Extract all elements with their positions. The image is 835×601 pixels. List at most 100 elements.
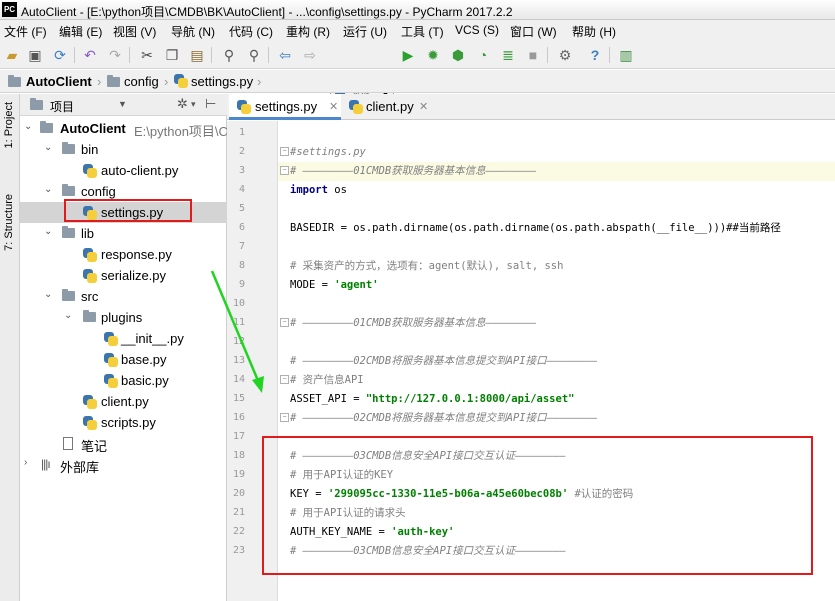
gear-icon[interactable]: ✲ (177, 96, 188, 112)
python-file-icon (83, 269, 97, 283)
python-file-icon (83, 248, 97, 262)
undo-icon[interactable]: ↶ (81, 46, 99, 64)
tree-folder-src[interactable]: ⌄ src (20, 286, 227, 307)
tree-file-notes[interactable]: 笔记 (20, 433, 227, 454)
replace-icon[interactable]: ⚲ (245, 46, 263, 64)
line-number: 21 (232, 507, 245, 518)
tree-file-basic[interactable]: basic.py (20, 370, 227, 391)
open-icon[interactable]: ▰ (3, 46, 21, 64)
title-bar: PC AutoClient - [E:\python项目\CMDB\BK\Aut… (0, 0, 835, 20)
project-view-icon (30, 98, 43, 110)
toolbar-separator (74, 47, 75, 63)
line-number: 14 (232, 374, 245, 385)
menu-help[interactable]: 帮助 (H) (572, 23, 616, 40)
folder-icon (62, 142, 75, 154)
menu-code[interactable]: 代码 (C) (229, 23, 273, 40)
tab-settings[interactable]: settings.py ✕ (229, 94, 341, 120)
breadcrumb-autoclient[interactable]: AutoClient (26, 70, 92, 93)
tree-label: 笔记 (81, 439, 108, 454)
menu-window[interactable]: 窗口 (W) (510, 23, 557, 40)
breadcrumb-separator-icon: › (164, 74, 169, 89)
find-icon[interactable]: ⚲ (220, 46, 238, 64)
run-icon[interactable]: ▶ (399, 46, 417, 64)
stop-icon[interactable]: ■ (524, 46, 542, 64)
debug-icon[interactable]: ✹ (424, 46, 442, 64)
menu-vcs[interactable]: VCS (S) (455, 23, 499, 37)
code-line: #settings.py (290, 146, 366, 158)
tree-label: client.py (101, 394, 149, 409)
line-number: 20 (232, 488, 245, 499)
menu-tools[interactable]: 工具 (T) (401, 23, 444, 40)
tree-file-base[interactable]: base.py (20, 349, 227, 370)
fold-icon[interactable]: − (280, 318, 289, 327)
tab-label: client.py (366, 99, 414, 114)
menu-edit[interactable]: 编辑 (E) (59, 23, 102, 40)
code-line: # ————————01CMDB获取服务器基本信息———————— (290, 317, 537, 329)
chevron-down-icon[interactable]: ▼ (118, 99, 127, 109)
fold-icon[interactable]: − (280, 413, 289, 422)
code-string: 'agent' (334, 279, 379, 291)
tree-file-response[interactable]: response.py (20, 244, 227, 265)
line-number: 6 (238, 222, 245, 233)
tree-folder-bin[interactable]: ⌄ bin (20, 139, 227, 160)
text-file-icon (63, 437, 73, 450)
sync-icon[interactable]: ⟳ (51, 46, 69, 64)
tool-window-strip: 1: Project 7: Structure (0, 94, 20, 601)
highlight-box-api-auth-code (262, 436, 813, 575)
menu-refactor[interactable]: 重构 (R) (286, 23, 330, 40)
menu-view[interactable]: 视图 (V) (113, 23, 156, 40)
forward-icon[interactable]: ⇨ (301, 46, 319, 64)
concurrency-icon[interactable]: ≣ (499, 46, 517, 64)
tree-file-serialize[interactable]: serialize.py (20, 265, 227, 286)
breadcrumb-config[interactable]: config (124, 70, 159, 93)
menu-file[interactable]: 文件 (F) (4, 23, 47, 40)
back-icon[interactable]: ⇦ (276, 46, 294, 64)
code-line: import os (290, 181, 347, 200)
coverage-icon[interactable]: ⬢ (449, 46, 467, 64)
fold-icon[interactable]: − (280, 375, 289, 384)
save-icon[interactable]: ▣ (26, 46, 44, 64)
tree-file-init[interactable]: __init__.py (20, 328, 227, 349)
redo-icon[interactable]: ↷ (106, 46, 124, 64)
python-file-icon (174, 74, 188, 88)
breadcrumb-separator-icon: › (97, 74, 102, 89)
toolbar-separator (609, 47, 610, 63)
collapse-icon[interactable]: ⊢ (205, 96, 216, 112)
tree-file-scripts[interactable]: scripts.py (20, 412, 227, 433)
fold-icon[interactable]: − (280, 147, 289, 156)
menu-navigate[interactable]: 导航 (N) (171, 23, 215, 40)
tree-folder-lib[interactable]: ⌄ lib (20, 223, 227, 244)
tree-external-libraries[interactable]: › |||ı 外部库 (20, 454, 227, 475)
code-line: # ————————02CMDB将服务器基本信息提交到API接口———————— (290, 355, 598, 367)
folder-icon (8, 75, 21, 87)
code-line: # 资产信息API (290, 374, 364, 386)
tab-label: settings.py (255, 99, 318, 114)
tree-folder-plugins[interactable]: ⌄ plugins (20, 307, 227, 328)
folder-icon (62, 184, 75, 196)
tree-file-auto-client[interactable]: auto-client.py (20, 160, 227, 181)
chevron-down-icon[interactable]: ▾ (191, 99, 196, 110)
tree-label: AutoClient (60, 121, 126, 136)
project-tool-tab[interactable]: 1: Project (3, 102, 15, 148)
vcs-icon[interactable]: ▥ (617, 46, 635, 64)
project-view-label[interactable]: 项目 (50, 98, 74, 115)
copy-icon[interactable]: ❐ (163, 46, 181, 64)
tree-label: serialize.py (101, 268, 167, 283)
breadcrumb-settings[interactable]: settings.py (191, 70, 253, 93)
tab-client[interactable]: client.py ✕ (343, 94, 435, 120)
line-number: 10 (232, 298, 245, 309)
menu-run[interactable]: 运行 (U) (343, 23, 387, 40)
tree-label: __init__.py (121, 331, 184, 346)
settings-icon[interactable]: ⚙ (556, 46, 574, 64)
tree-root-autoclient[interactable]: ⌄ AutoClient E:\python项目\C (20, 118, 228, 139)
cut-icon[interactable]: ✂ (138, 46, 156, 64)
code-line: ASSET_API = "http://127.0.0.1:8000/api/a… (290, 390, 574, 409)
paste-icon[interactable]: ▤ (188, 46, 206, 64)
close-icon[interactable]: ✕ (419, 94, 428, 120)
profile-icon[interactable]: ◔ (474, 46, 492, 64)
tree-file-client[interactable]: client.py (20, 391, 227, 412)
fold-icon[interactable]: − (280, 166, 289, 175)
help-icon[interactable]: ? (586, 46, 604, 64)
close-icon[interactable]: ✕ (329, 94, 338, 120)
structure-tool-tab[interactable]: 7: Structure (3, 194, 15, 251)
